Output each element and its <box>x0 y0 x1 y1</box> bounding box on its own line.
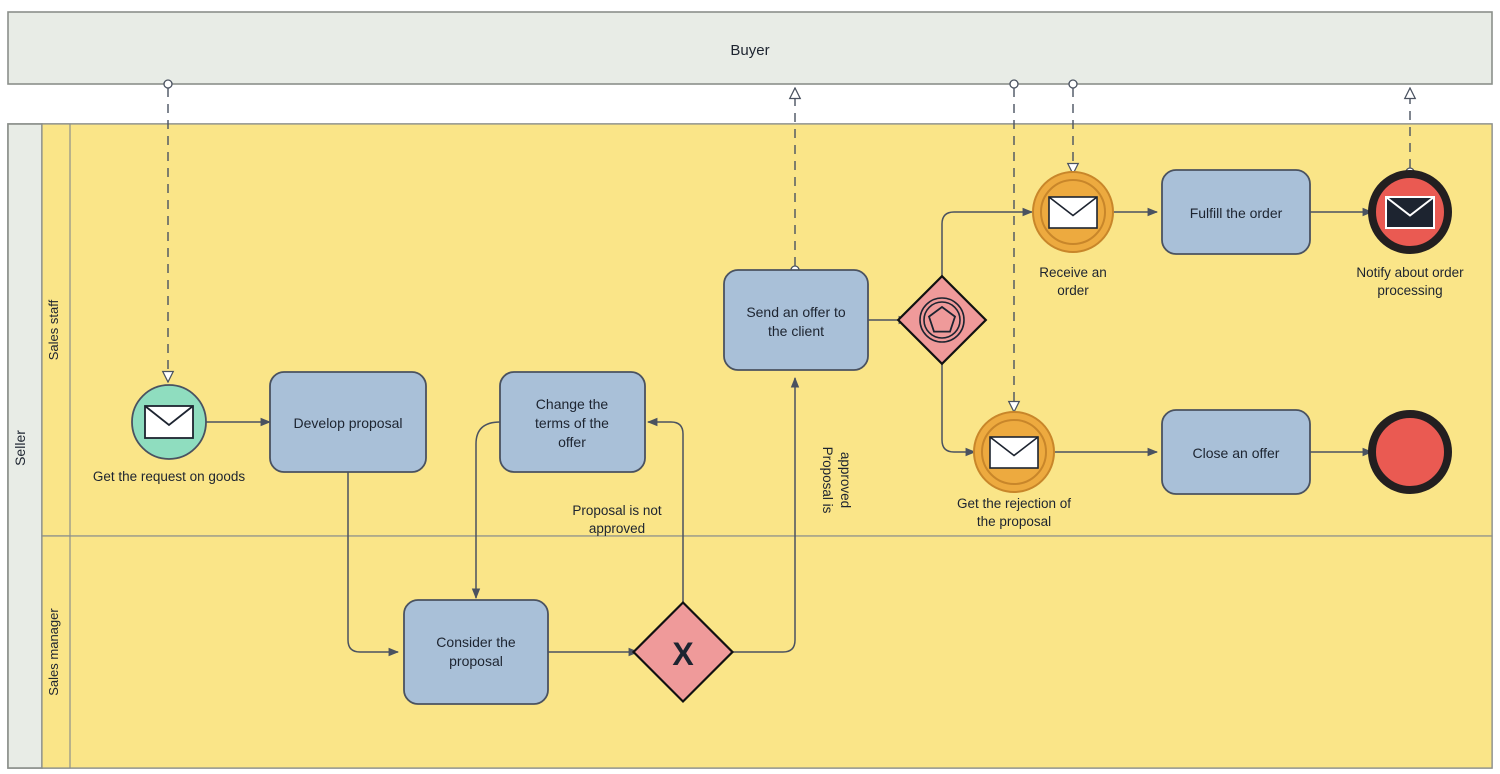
task-fulfill-order[interactable]: Fulfill the order <box>1161 169 1311 255</box>
notify-order-label-line2: processing <box>1377 283 1442 298</box>
receive-order-label-line1: Receive an <box>1039 265 1107 280</box>
message-flow-origin-request <box>163 79 173 89</box>
task-fulfill-order-label: Fulfill the order <box>1190 205 1283 221</box>
message-flow-origin-rejection <box>1009 79 1019 89</box>
end-event-circle[interactable] <box>1368 410 1452 494</box>
get-rejection-label-line2: the proposal <box>977 514 1051 529</box>
task-consider-proposal-line2: proposal <box>449 653 503 669</box>
bpmn-diagram: Buyer Seller Sales staff Sales manager P… <box>7 11 1493 769</box>
task-change-terms-line2: terms of the <box>535 415 609 431</box>
task-change-terms-line3: offer <box>558 434 586 450</box>
message-flow-origin-order <box>1068 79 1078 89</box>
flow-label-approved-line2: approved <box>838 452 853 508</box>
event-receive-order[interactable]: Receive an order <box>1032 171 1114 298</box>
envelope-icon <box>144 405 194 439</box>
gateway-exclusive-symbol: X <box>672 636 694 672</box>
task-send-offer-line1: Send an offer to <box>746 304 846 320</box>
notify-order-label-line1: Notify about order <box>1356 265 1464 280</box>
task-consider-proposal-line1: Consider the <box>436 634 516 650</box>
flow-label-not-approved-line1: Proposal is not <box>572 503 662 518</box>
receive-order-label-line2: order <box>1057 283 1089 298</box>
task-consider-proposal[interactable]: Consider the proposal <box>403 599 549 705</box>
pool-buyer[interactable]: Buyer <box>7 11 1493 85</box>
task-change-terms-line1: Change the <box>536 396 609 412</box>
task-develop-proposal-label: Develop proposal <box>294 415 403 431</box>
flow-label-not-approved-line2: approved <box>589 521 645 536</box>
task-send-offer-rect[interactable] <box>723 269 869 371</box>
envelope-icon <box>1385 196 1435 229</box>
get-rejection-label-line1: Get the rejection of <box>957 496 1071 511</box>
task-send-offer[interactable]: Send an offer to the client <box>723 269 869 371</box>
task-develop-proposal[interactable]: Develop proposal <box>269 371 427 473</box>
flow-label-approved-line1: Proposal is <box>820 447 835 514</box>
envelope-icon <box>1048 196 1098 229</box>
pool-buyer-label: Buyer <box>730 42 769 59</box>
task-send-offer-line2: the client <box>768 323 824 339</box>
lane-sales-staff-label: Sales staff <box>46 299 61 360</box>
pool-seller-label: Seller <box>12 430 28 466</box>
task-consider-proposal-rect[interactable] <box>403 599 549 705</box>
lane-sales-manager-label: Sales manager <box>46 608 61 696</box>
envelope-icon <box>989 436 1039 469</box>
bpmn-diagram-canvas: Buyer Seller Sales staff Sales manager P… <box>0 0 1500 774</box>
task-close-offer[interactable]: Close an offer <box>1161 409 1311 495</box>
event-end-none[interactable] <box>1368 410 1452 494</box>
task-close-offer-label: Close an offer <box>1193 445 1280 461</box>
task-change-terms[interactable]: Change the terms of the offer <box>499 371 646 473</box>
start-event-label: Get the request on goods <box>93 469 246 484</box>
